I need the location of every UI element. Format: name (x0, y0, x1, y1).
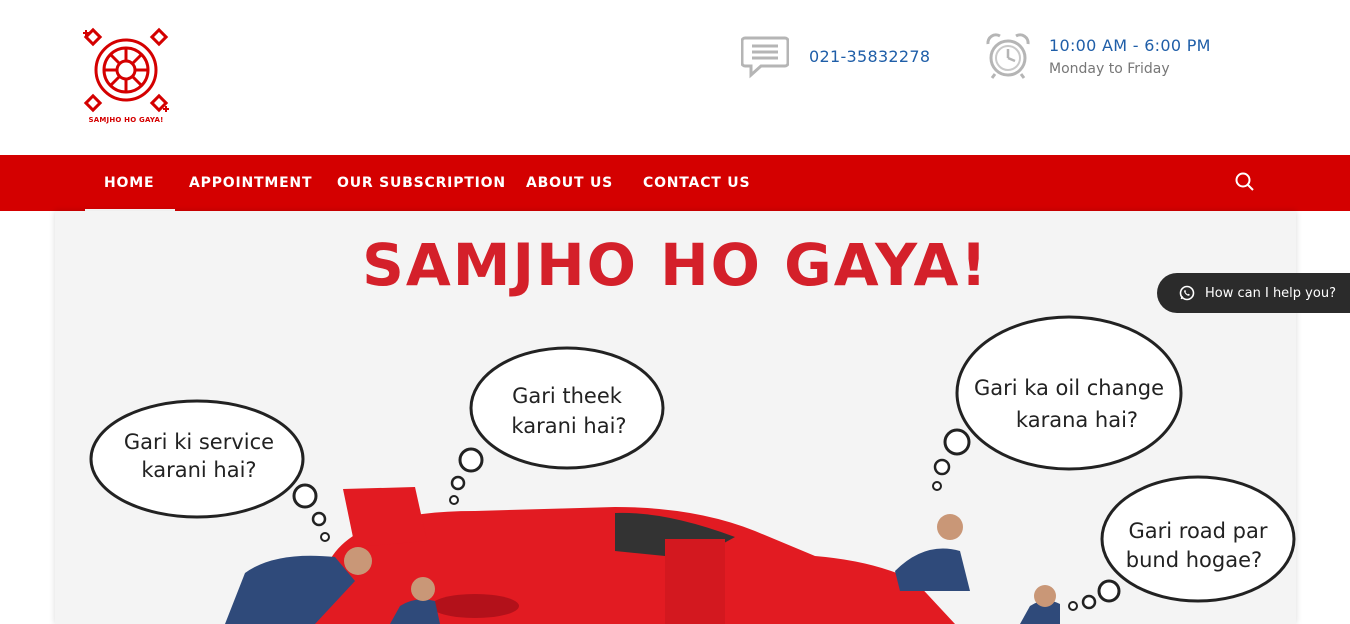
bubble-service-line2: karani hai? (141, 458, 256, 482)
wheel-logo-icon (83, 27, 169, 113)
site-logo[interactable]: SAMJHO HO GAYA! (82, 26, 170, 130)
nav-appointment[interactable]: APPOINTMENT (189, 155, 312, 211)
business-hours: 10:00 AM - 6:00 PM (1049, 35, 1211, 55)
search-icon (1235, 172, 1254, 191)
alarm-clock-icon (986, 33, 1030, 79)
bubble-repair-line1: Gari theek (512, 384, 623, 408)
hours-info: 10:00 AM - 6:00 PM Monday to Friday (984, 32, 1211, 80)
bubble-breakdown-line1: Gari road par (1128, 519, 1267, 543)
bubble-breakdown-line2: bund hogae? (1126, 548, 1262, 572)
nav-about-us[interactable]: ABOUT US (526, 155, 613, 211)
thought-bubble-breakdown: Gari road par bund hogae? (1068, 475, 1296, 611)
whatsapp-help-button[interactable]: How can I help you? (1157, 273, 1350, 313)
logo-text: SAMJHO HO GAYA! (88, 116, 164, 124)
phone-number-link[interactable]: 021-35832278 (809, 47, 930, 66)
bubble-oil-line1: Gari ka oil change (974, 376, 1164, 400)
chat-message-icon (741, 36, 789, 79)
nav-home[interactable]: HOME (84, 155, 176, 211)
nav-contact-us[interactable]: CONTACT US (643, 155, 750, 211)
help-widget-label: How can I help you? (1205, 285, 1336, 301)
site-header: SAMJHO HO GAYA! 021-35832278 10:00 AM - … (0, 0, 1350, 155)
thought-bubble-service: Gari ki service karani hai? (89, 399, 330, 542)
bubble-service-line1: Gari ki service (124, 430, 274, 454)
banner-illustration: Gari ki service karani hai? Gari theek k… (89, 315, 1296, 624)
phone-contact: 021-35832278 (741, 32, 930, 80)
bubble-oil-line2: karana hai? (1016, 408, 1138, 432)
bubble-repair-line2: karani hai? (511, 414, 626, 438)
thought-bubble-repair: Gari theek karani hai? (449, 346, 665, 505)
main-navigation: HOME APPOINTMENT OUR SUBSCRIPTION ABOUT … (0, 155, 1350, 211)
whatsapp-icon (1179, 285, 1195, 301)
business-days: Monday to Friday (1049, 60, 1170, 77)
nav-our-subscription[interactable]: OUR SUBSCRIPTION (337, 155, 506, 211)
thought-bubble-oil-change: Gari ka oil change karana hai? (932, 315, 1183, 491)
hero-banner: SAMJHO HO GAYA! Gari ki service karani h… (55, 211, 1296, 624)
search-button[interactable] (1234, 171, 1256, 193)
